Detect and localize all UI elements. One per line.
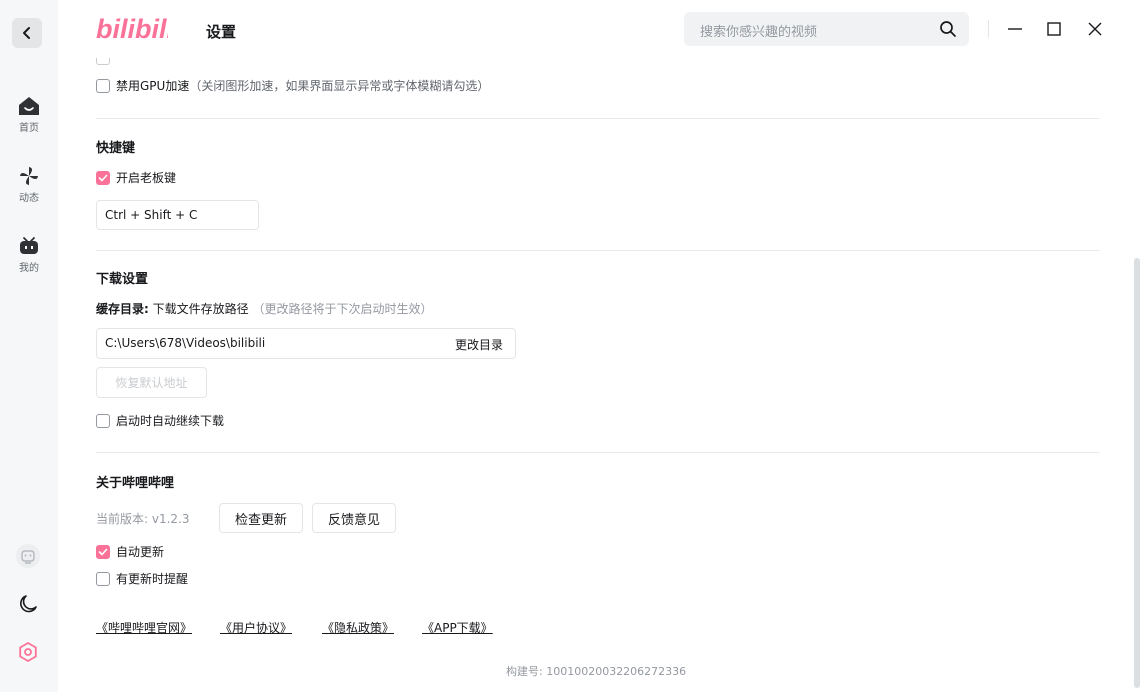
bilibili-logo-icon: bilibili [96, 14, 174, 44]
official-site-link[interactable]: 《哔哩哔哩官网》 [96, 619, 192, 636]
section-divider [96, 452, 1100, 453]
header-divider [988, 20, 989, 38]
auto-resume-label: 启动时自动继续下载 [116, 414, 225, 428]
close-icon [1088, 22, 1102, 36]
auto-resume-checkbox[interactable] [96, 413, 110, 428]
checkbox-partial[interactable] [96, 58, 110, 65]
checkmark-icon [98, 548, 108, 555]
settings-gear-icon [19, 642, 37, 662]
sidebar-item-label: 我的 [19, 263, 39, 274]
robot-avatar-icon [16, 544, 40, 568]
gpu-note: （关闭图形加速，如果界面显示异常或字体模糊请勾选） [189, 79, 490, 93]
cache-dir-description: 缓存目录: 下载文件存放路径 （更改路径将于下次启动时生效） [96, 300, 433, 317]
settings-content[interactable]: 禁用GPU加速 （关闭图形加速，如果界面显示异常或字体模糊请勾选） 快捷键 开启… [58, 58, 1133, 692]
build-number: 构建号: 10010020032206272336 [506, 665, 687, 678]
app-download-link[interactable]: 《APP下载》 [422, 619, 493, 636]
auto-update-option[interactable]: 自动更新 [96, 543, 164, 560]
top-header: bilibili 设置 搜索你感兴趣的视频 [58, 0, 1141, 62]
boss-key-option[interactable]: 开启老板键 [96, 169, 176, 186]
minimize-icon [1008, 28, 1022, 30]
maximize-icon [1047, 22, 1061, 36]
download-path-value: C:\Users\678\Videos\bilibili [105, 336, 266, 350]
settings-button[interactable] [14, 638, 42, 666]
download-section-title: 下载设置 [96, 272, 149, 287]
about-section-title: 关于哔哩哔哩 [96, 476, 175, 491]
cache-dir-label: 缓存目录: [96, 302, 149, 316]
download-path-field[interactable]: C:\Users\678\Videos\bilibili 更改目录 [96, 328, 516, 359]
update-notify-label: 有更新时提醒 [116, 572, 189, 586]
tv-icon [20, 237, 38, 254]
home-icon [19, 97, 39, 115]
search-placeholder: 搜索你感兴趣的视频 [700, 25, 818, 40]
feedback-button[interactable]: 反馈意见 [312, 503, 396, 533]
cache-dir-desc: 下载文件存放路径 [152, 302, 249, 316]
scrollbar[interactable] [1134, 258, 1140, 688]
left-sidebar: 首页 动态 我的 [0, 0, 58, 692]
shortcuts-section-title: 快捷键 [96, 141, 136, 156]
maximize-button[interactable] [1042, 17, 1066, 41]
pinwheel-icon [20, 167, 38, 185]
sidebar-item-mine[interactable]: 我的 [0, 236, 58, 274]
auto-update-checkbox[interactable] [96, 544, 110, 559]
cache-dir-note: （更改路径将于下次启动时生效） [252, 302, 433, 316]
checkmark-icon [98, 174, 108, 181]
chevron-left-icon [23, 27, 30, 39]
sidebar-item-label: 首页 [19, 123, 39, 134]
section-divider [96, 250, 1100, 251]
bilibili-logo[interactable]: bilibili [96, 10, 174, 50]
theme-toggle-button[interactable] [14, 590, 42, 618]
logo-wordmark: bilibili [96, 14, 168, 44]
section-divider [96, 118, 1100, 119]
sidebar-item-dynamic[interactable]: 动态 [0, 166, 58, 204]
update-notify-option[interactable]: 有更新时提醒 [96, 570, 188, 587]
avatar[interactable] [14, 542, 42, 570]
user-agreement-link[interactable]: 《用户协议》 [220, 619, 292, 636]
moon-icon [20, 595, 37, 613]
search-icon[interactable] [939, 20, 957, 42]
change-dir-button[interactable]: 更改目录 [455, 336, 503, 353]
update-notify-checkbox[interactable] [96, 571, 110, 586]
gpu-checkbox[interactable] [96, 78, 110, 93]
boss-key-shortcut-input[interactable]: Ctrl + Shift + C [96, 200, 259, 230]
minimize-button[interactable] [1003, 17, 1027, 41]
back-button[interactable] [12, 18, 42, 48]
auto-update-label: 自动更新 [116, 545, 165, 559]
sidebar-item-label: 动态 [19, 193, 39, 204]
search-input[interactable]: 搜索你感兴趣的视频 [684, 12, 969, 46]
boss-key-label: 开启老板键 [116, 171, 177, 185]
close-button[interactable] [1083, 17, 1107, 41]
sidebar-item-home[interactable]: 首页 [0, 96, 58, 134]
page-title: 设置 [206, 23, 237, 41]
privacy-policy-link[interactable]: 《隐私政策》 [322, 619, 394, 636]
restore-default-button[interactable]: 恢复默认地址 [96, 367, 207, 398]
boss-key-checkbox[interactable] [96, 170, 110, 185]
gpu-label: 禁用GPU加速 [116, 79, 190, 93]
current-version: 当前版本: v1.2.3 [96, 512, 190, 526]
auto-resume-option[interactable]: 启动时自动继续下载 [96, 412, 224, 429]
gpu-accel-option[interactable]: 禁用GPU加速 （关闭图形加速，如果界面显示异常或字体模糊请勾选） [96, 77, 489, 94]
check-update-button[interactable]: 检查更新 [219, 503, 303, 533]
